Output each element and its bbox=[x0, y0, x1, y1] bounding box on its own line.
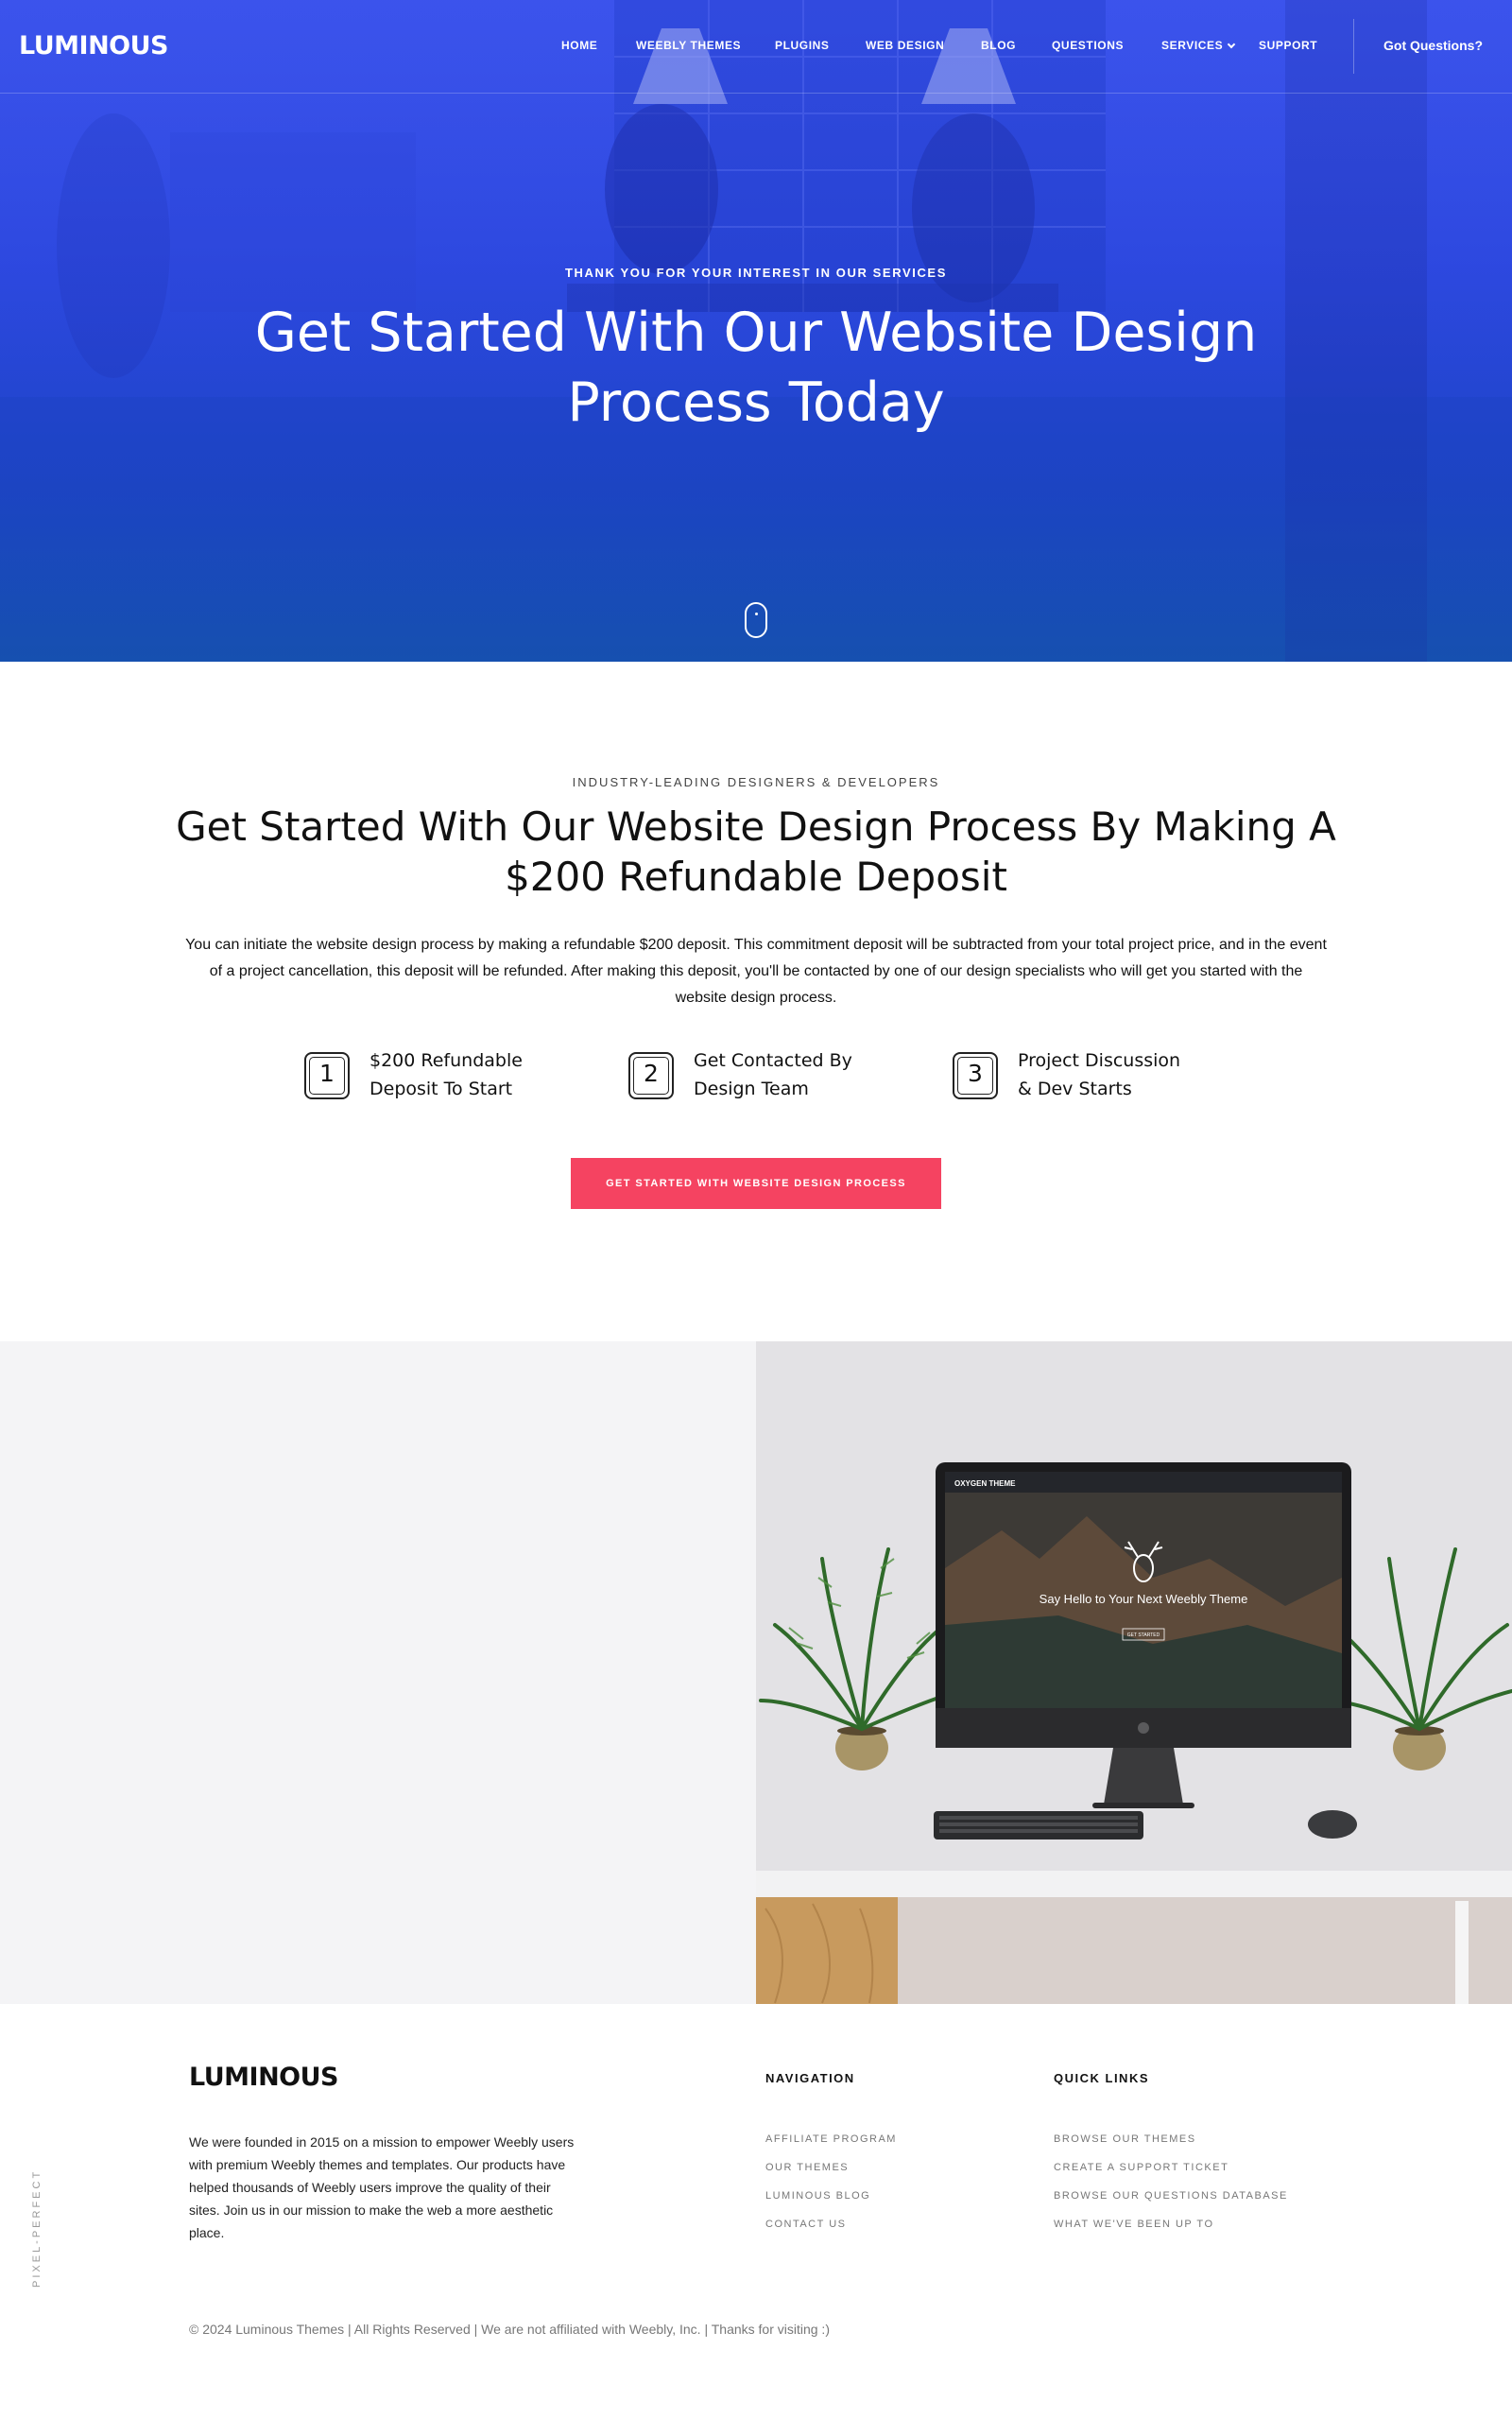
step-label-line2: Deposit To Start bbox=[369, 1079, 513, 1099]
showcase-image: Say Hello to Your Next Weebly Theme OXYG… bbox=[756, 1341, 1512, 2004]
footer-link-luminous-blog[interactable]: LUMINOUS BLOG bbox=[765, 2190, 870, 2202]
section-kicker: INDUSTRY-LEADING DESIGNERS & DEVELOPERS bbox=[572, 775, 940, 789]
got-questions-link[interactable]: Got Questions? bbox=[1383, 38, 1483, 53]
footer-about-text: We were founded in 2015 on a mission to … bbox=[189, 2134, 575, 2240]
copyright-text: © 2024 Luminous Themes | All Rights Rese… bbox=[189, 2322, 830, 2337]
mouse-scroll-icon[interactable] bbox=[745, 602, 767, 638]
screen-headline: Say Hello to Your Next Weebly Theme bbox=[1040, 1592, 1248, 1606]
footer-logo[interactable]: LUMINOUS bbox=[189, 2063, 339, 2092]
apple-logo-icon bbox=[1138, 1722, 1149, 1734]
desk-scene-illustration: Say Hello to Your Next Weebly Theme OXYG… bbox=[756, 1341, 1512, 2004]
nav-item-home[interactable]: HOME bbox=[561, 39, 597, 52]
hero-title: Get Started With Our Website Design Proc… bbox=[254, 302, 1258, 434]
footer-link-affiliate-program[interactable]: AFFILIATE PROGRAM bbox=[765, 2133, 897, 2145]
step-3: 3 Project Discussion & Dev Starts bbox=[953, 1046, 1208, 1113]
chevron-down-icon bbox=[1228, 40, 1236, 49]
step-2: 2 Get Contacted By Design Team bbox=[628, 1046, 865, 1113]
footer-link-our-themes[interactable]: OUR THEMES bbox=[765, 2162, 849, 2173]
vertical-tagline: PIXEL-PERFECT bbox=[31, 2168, 43, 2288]
step-label-line2: & Dev Starts bbox=[1018, 1079, 1132, 1099]
footer-navigation-heading: NAVIGATION bbox=[765, 2071, 855, 2085]
nav-item-blog[interactable]: BLOG bbox=[981, 39, 1016, 52]
nav-item-services-label: SERVICES bbox=[1161, 39, 1224, 52]
step-label: Project Discussion & Dev Starts bbox=[1018, 1046, 1207, 1103]
step-label: Get Contacted By Design Team bbox=[694, 1046, 883, 1103]
step-number: 3 bbox=[968, 1060, 983, 1087]
screen-brand: OXYGEN THEME bbox=[954, 1479, 1016, 1488]
nav-item-plugins[interactable]: PLUGINS bbox=[775, 39, 830, 52]
step-number: 1 bbox=[319, 1060, 335, 1087]
step-number: 2 bbox=[644, 1060, 659, 1087]
hero-section: LUMINOUS HOME WEEBLY THEMES PLUGINS WEB … bbox=[0, 0, 1512, 662]
footer-link-what-weve-been-up-to[interactable]: WHAT WE'VE BEEN UP TO bbox=[1054, 2219, 1214, 2230]
nav-item-services[interactable]: SERVICES bbox=[1161, 39, 1236, 52]
nav-item-questions[interactable]: QUESTIONS bbox=[1052, 39, 1124, 52]
step-1: 1 $200 Refundable Deposit To Start bbox=[304, 1046, 541, 1113]
nav-item-weebly-themes[interactable]: WEEBLY THEMES bbox=[636, 39, 741, 52]
footer-link-questions-database[interactable]: BROWSE OUR QUESTIONS DATABASE bbox=[1054, 2190, 1288, 2202]
footer-quick-links-heading: QUICK LINKS bbox=[1054, 2071, 1149, 2085]
step-label-line1: $200 Refundable bbox=[369, 1050, 523, 1071]
top-navigation: LUMINOUS HOME WEEBLY THEMES PLUGINS WEB … bbox=[0, 0, 1512, 94]
showcase-left-panel bbox=[0, 1341, 756, 2004]
main-menu: HOME WEEBLY THEMES PLUGINS WEB DESIGN BL… bbox=[0, 39, 1512, 56]
nav-divider bbox=[1353, 19, 1354, 74]
step-label-line1: Get Contacted By bbox=[694, 1050, 852, 1071]
nav-item-support[interactable]: SUPPORT bbox=[1259, 39, 1317, 52]
section-description: You can initiate the website design proc… bbox=[185, 937, 1327, 1006]
footer-link-support-ticket[interactable]: CREATE A SUPPORT TICKET bbox=[1054, 2162, 1228, 2173]
footer-link-browse-themes[interactable]: BROWSE OUR THEMES bbox=[1054, 2133, 1196, 2145]
screen-button-label: GET STARTED bbox=[1127, 1632, 1160, 1638]
step-label: $200 Refundable Deposit To Start bbox=[369, 1046, 558, 1103]
footer-link-contact-us[interactable]: CONTACT US bbox=[765, 2219, 847, 2230]
nav-item-web-design[interactable]: WEB DESIGN bbox=[866, 39, 944, 52]
step-label-line1: Project Discussion bbox=[1018, 1050, 1181, 1071]
hero-kicker: THANK YOU FOR YOUR INTEREST IN OUR SERVI… bbox=[565, 266, 947, 280]
get-started-button[interactable]: GET STARTED WITH WEBSITE DESIGN PROCESS bbox=[571, 1158, 941, 1209]
section-title: Get Started With Our Website Design Proc… bbox=[176, 803, 1336, 900]
step-label-line2: Design Team bbox=[694, 1079, 809, 1099]
